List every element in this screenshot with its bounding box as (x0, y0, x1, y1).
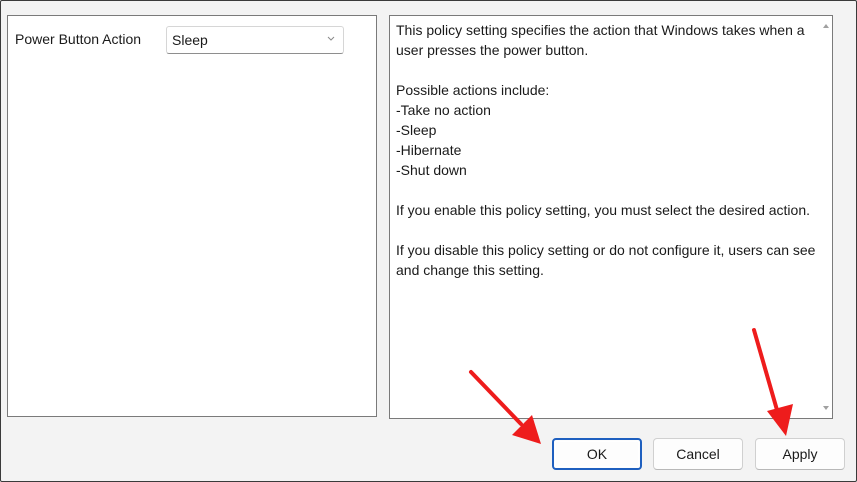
help-text: This policy setting specifies the action… (396, 22, 816, 278)
help-pane: This policy setting specifies the action… (389, 15, 833, 419)
chevron-down-icon (327, 36, 335, 41)
power-button-action-row: Power Button Action Sleep (15, 24, 344, 54)
ok-button[interactable]: OK (552, 438, 642, 470)
power-button-action-label: Power Button Action (15, 31, 142, 47)
scroll-up-arrow-icon[interactable] (822, 22, 830, 30)
cancel-button[interactable]: Cancel (653, 438, 743, 470)
select-value: Sleep (172, 32, 208, 48)
options-pane: Power Button Action Sleep (7, 15, 377, 417)
power-button-action-select[interactable]: Sleep (166, 26, 344, 54)
apply-button[interactable]: Apply (755, 438, 845, 470)
help-scrollbar[interactable] (820, 16, 832, 418)
policy-dialog: Power Button Action Sleep This policy se… (0, 0, 857, 482)
scroll-down-arrow-icon[interactable] (822, 404, 830, 412)
